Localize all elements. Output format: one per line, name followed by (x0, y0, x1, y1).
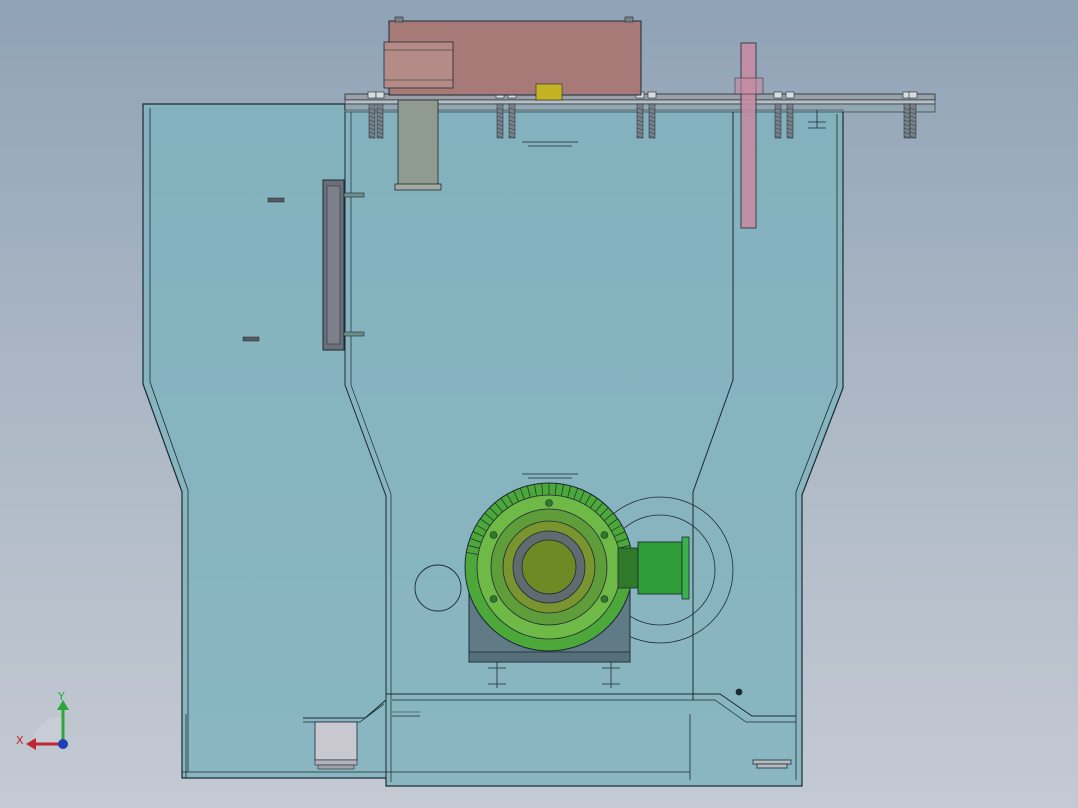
gear-bolt-hole (600, 595, 609, 603)
inlet-pipe (394, 99, 442, 191)
gear-bolt-hole (489, 531, 498, 539)
gear-bolt-hole (545, 499, 553, 507)
outlet-cup (314, 721, 358, 770)
axis-y-label: Y (57, 690, 65, 703)
axis-x-label: X (16, 734, 24, 747)
axis-triad: Y X (16, 690, 69, 750)
gear-bolt-hole (489, 595, 498, 603)
cad-viewport[interactable]: Y X (0, 0, 1078, 808)
gear-bolt-hole (600, 531, 609, 539)
yellow-tag (535, 83, 563, 101)
cad-drawing: Y X (16, 16, 936, 787)
worm-gear-wheel (464, 482, 634, 652)
motor-cylinder (383, 41, 454, 89)
